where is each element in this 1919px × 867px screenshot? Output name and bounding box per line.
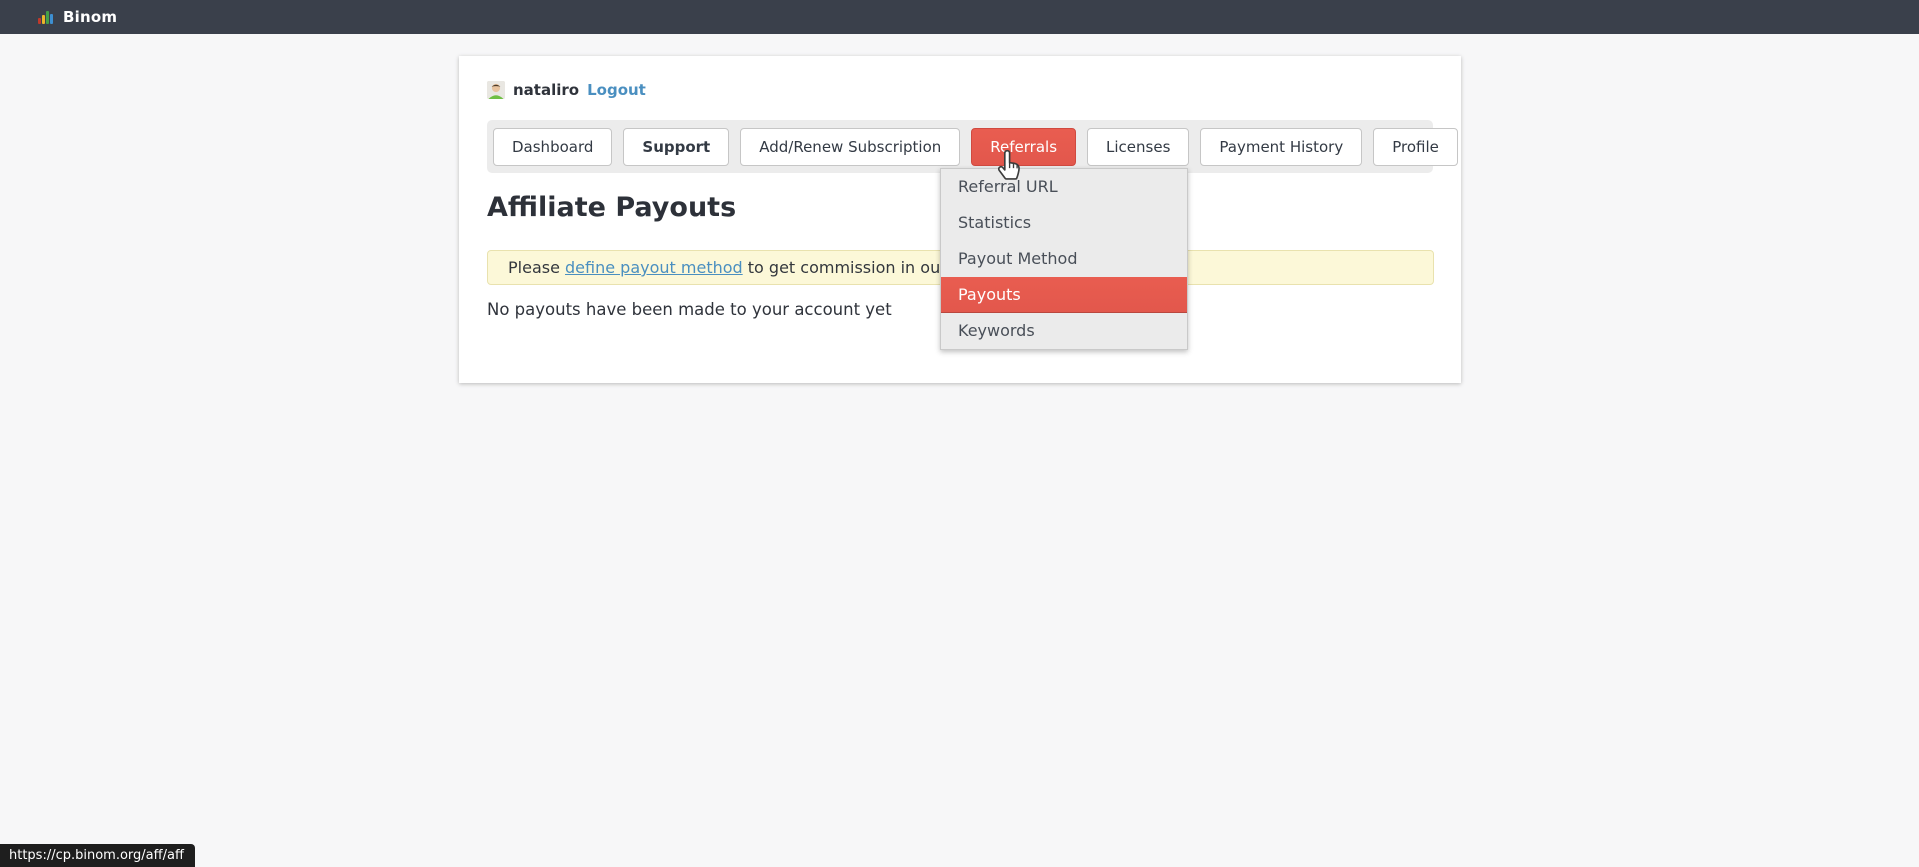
tab-licenses[interactable]: Licenses [1087,128,1189,166]
topbar: Binom [0,0,1919,34]
tab-payment-history[interactable]: Payment History [1200,128,1362,166]
notice-text-prefix: Please [508,258,565,277]
username: nataliro [513,81,579,99]
empty-payouts-message: No payouts have been made to your accoun… [487,300,892,319]
menu-item-statistics[interactable]: Statistics [941,205,1187,241]
content-card: nataliro Logout Dashboard Support Add/Rene… [459,56,1461,383]
user-row: nataliro Logout [487,80,646,100]
menu-item-payouts[interactable]: Payouts [941,277,1187,313]
logout-link[interactable]: Logout [587,81,646,99]
menu-item-referral-url[interactable]: Referral URL [941,169,1187,205]
tab-profile[interactable]: Profile [1373,128,1458,166]
define-payout-method-link[interactable]: define payout method [565,258,743,277]
tab-add-renew-subscription[interactable]: Add/Renew Subscription [740,128,960,166]
menu-item-payout-method[interactable]: Payout Method [941,241,1187,277]
page-title: Affiliate Payouts [487,192,736,223]
tab-dashboard[interactable]: Dashboard [493,128,612,166]
user-avatar [487,81,505,99]
referrals-dropdown-menu: Referral URLStatisticsPayout MethodPayou… [940,168,1188,350]
binom-logo-barchart-icon [38,11,53,24]
menu-item-keywords[interactable]: Keywords [941,313,1187,349]
brand-name: Binom [63,8,117,26]
tab-referrals[interactable]: Referrals [971,128,1076,166]
status-bar-url: https://cp.binom.org/aff/aff [0,844,195,867]
tab-support[interactable]: Support [623,128,729,166]
nav-tabs: Dashboard Support Add/Renew Subscription Re… [487,120,1433,173]
